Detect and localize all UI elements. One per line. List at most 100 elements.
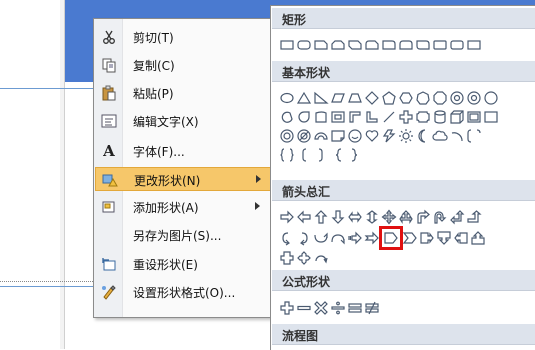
snip-same-side-corner-rectangle-icon[interactable] [330, 37, 346, 53]
cloud-icon[interactable] [432, 128, 448, 144]
equal-icon[interactable] [347, 300, 363, 316]
up-arrow-icon[interactable] [313, 209, 329, 225]
bent-arrow-icon[interactable] [415, 209, 431, 225]
double-brace-icon[interactable] [279, 147, 295, 163]
left-up-arrow-icon[interactable] [449, 209, 465, 225]
menu-item-cut[interactable]: 剪切(T) [95, 25, 273, 49]
half-frame-icon[interactable] [330, 109, 346, 125]
plaque-icon[interactable] [415, 109, 431, 125]
rounded-rectangle-icon[interactable] [296, 37, 312, 53]
right-brace-icon[interactable] [347, 147, 363, 163]
arc-icon[interactable] [449, 128, 465, 144]
curved-down-arrow-icon[interactable] [330, 230, 346, 246]
hexagon-icon[interactable] [398, 90, 414, 106]
diagonal-stripe-icon[interactable] [364, 109, 380, 125]
donut-icon[interactable] [483, 109, 499, 125]
menu-item-paste[interactable]: 粘贴(P) [95, 81, 273, 105]
trapezoid-icon[interactable] [347, 90, 363, 106]
curved-left-arrow-icon[interactable] [296, 230, 312, 246]
can-icon[interactable] [432, 109, 448, 125]
not-equal-icon[interactable] [364, 300, 380, 316]
no-symbol-icon[interactable] [296, 128, 312, 144]
diamond-icon[interactable] [364, 90, 380, 106]
multiply-icon[interactable] [313, 300, 329, 316]
up-arrow-callout-icon[interactable] [470, 230, 486, 246]
heptagon-icon[interactable] [415, 90, 431, 106]
up-down-arrow-icon[interactable] [364, 209, 380, 225]
block-arc-icon[interactable] [313, 128, 329, 144]
left-arrow-callout-icon[interactable] [453, 230, 469, 246]
moon-icon[interactable] [415, 128, 431, 144]
pentagon-arrow-icon[interactable] [379, 226, 403, 250]
chevron-icon[interactable] [402, 230, 418, 246]
smiley-face-icon[interactable] [347, 128, 363, 144]
l-shape-icon[interactable] [347, 109, 363, 125]
format-shape-icon [100, 283, 118, 301]
menu-item-label: 添加形状(A) [133, 201, 199, 215]
quad-arrow-icon[interactable] [381, 209, 397, 225]
snip-single-corner-rectangle-icon[interactable] [313, 37, 329, 53]
left-brace-icon[interactable] [330, 147, 346, 163]
menu-item-save-as-picture[interactable]: 另存为图片(S)... [95, 223, 273, 247]
right-arrow-icon[interactable] [279, 209, 295, 225]
oval-icon[interactable] [279, 90, 295, 106]
u-turn-arrow-icon[interactable] [432, 209, 448, 225]
menu-item-font[interactable]: A 字体(F)... [95, 139, 273, 163]
down-arrow-icon[interactable] [330, 209, 346, 225]
pentagon-icon[interactable] [381, 90, 397, 106]
left-arrow-icon[interactable] [296, 209, 312, 225]
cross-icon[interactable] [398, 109, 414, 125]
left-bracket-icon[interactable] [296, 147, 312, 163]
rectangle-plain-icon[interactable] [466, 37, 482, 53]
down-arrow-callout-icon[interactable] [436, 230, 452, 246]
dodecagon-icon[interactable] [466, 90, 482, 106]
left-right-up-arrow-icon[interactable] [398, 209, 414, 225]
quad-arrow-callout-icon[interactable] [296, 250, 312, 266]
donut-ring-icon[interactable] [279, 128, 295, 144]
bevel-icon[interactable] [466, 109, 482, 125]
circular-arrow-icon[interactable] [313, 250, 329, 266]
cube-icon[interactable] [449, 109, 465, 125]
divide-icon[interactable] [330, 300, 346, 316]
menu-item-change-shape[interactable]: 更改形状(N) [95, 167, 273, 191]
rounded-rectangle-alt-icon[interactable] [449, 37, 465, 53]
rectangle-icon[interactable] [279, 37, 295, 53]
triangle-icon[interactable] [296, 90, 312, 106]
right-triangle-icon[interactable] [313, 90, 329, 106]
round-single-corner-rectangle-icon[interactable] [381, 37, 397, 53]
snip-round-rectangle-icon[interactable] [364, 37, 380, 53]
line-shape-icon[interactable] [381, 109, 397, 125]
round-diagonal-corner-rectangle-icon[interactable] [415, 37, 431, 53]
curved-right-arrow-icon[interactable] [279, 230, 295, 246]
chord-icon[interactable] [279, 109, 295, 125]
menu-item-edit-text[interactable]: 编辑文字(X) [95, 109, 273, 133]
parallelogram-icon[interactable] [330, 90, 346, 106]
plus-icon[interactable] [279, 300, 295, 316]
menu-item-copy[interactable]: 复制(C) [95, 53, 273, 77]
round-same-side-corner-rectangle-icon[interactable] [398, 37, 414, 53]
teardrop-icon[interactable] [296, 109, 312, 125]
menu-item-add-shape[interactable]: 添加形状(A) [95, 195, 273, 219]
menu-item-reset-shape[interactable]: 重设形状(E) [95, 252, 273, 276]
heart-icon[interactable] [364, 128, 380, 144]
right-bracket-icon[interactable] [313, 147, 329, 163]
snip-diagonal-corner-rectangle-icon[interactable] [347, 37, 363, 53]
left-right-arrow-callout-icon[interactable] [279, 250, 295, 266]
menu-item-format-shape[interactable]: 设置形状格式(O)... [95, 280, 273, 304]
lightning-bolt-icon[interactable] [381, 128, 397, 144]
decagon-icon[interactable] [449, 90, 465, 106]
striped-right-arrow-icon[interactable] [347, 230, 363, 246]
notched-right-arrow-icon[interactable] [364, 230, 380, 246]
frame-icon[interactable] [313, 109, 329, 125]
minus-icon[interactable] [296, 300, 312, 316]
right-arrow-callout-icon[interactable] [419, 230, 435, 246]
curved-up-arrow-icon[interactable] [313, 230, 329, 246]
rectangle-alt-icon[interactable] [432, 37, 448, 53]
bent-up-arrow-icon[interactable] [466, 209, 482, 225]
left-right-arrow-icon[interactable] [347, 209, 363, 225]
folded-corner-icon[interactable] [330, 128, 346, 144]
pie-icon[interactable] [483, 90, 499, 106]
octagon-icon[interactable] [432, 90, 448, 106]
double-bracket-icon[interactable] [466, 128, 482, 144]
sun-icon[interactable] [398, 128, 414, 144]
